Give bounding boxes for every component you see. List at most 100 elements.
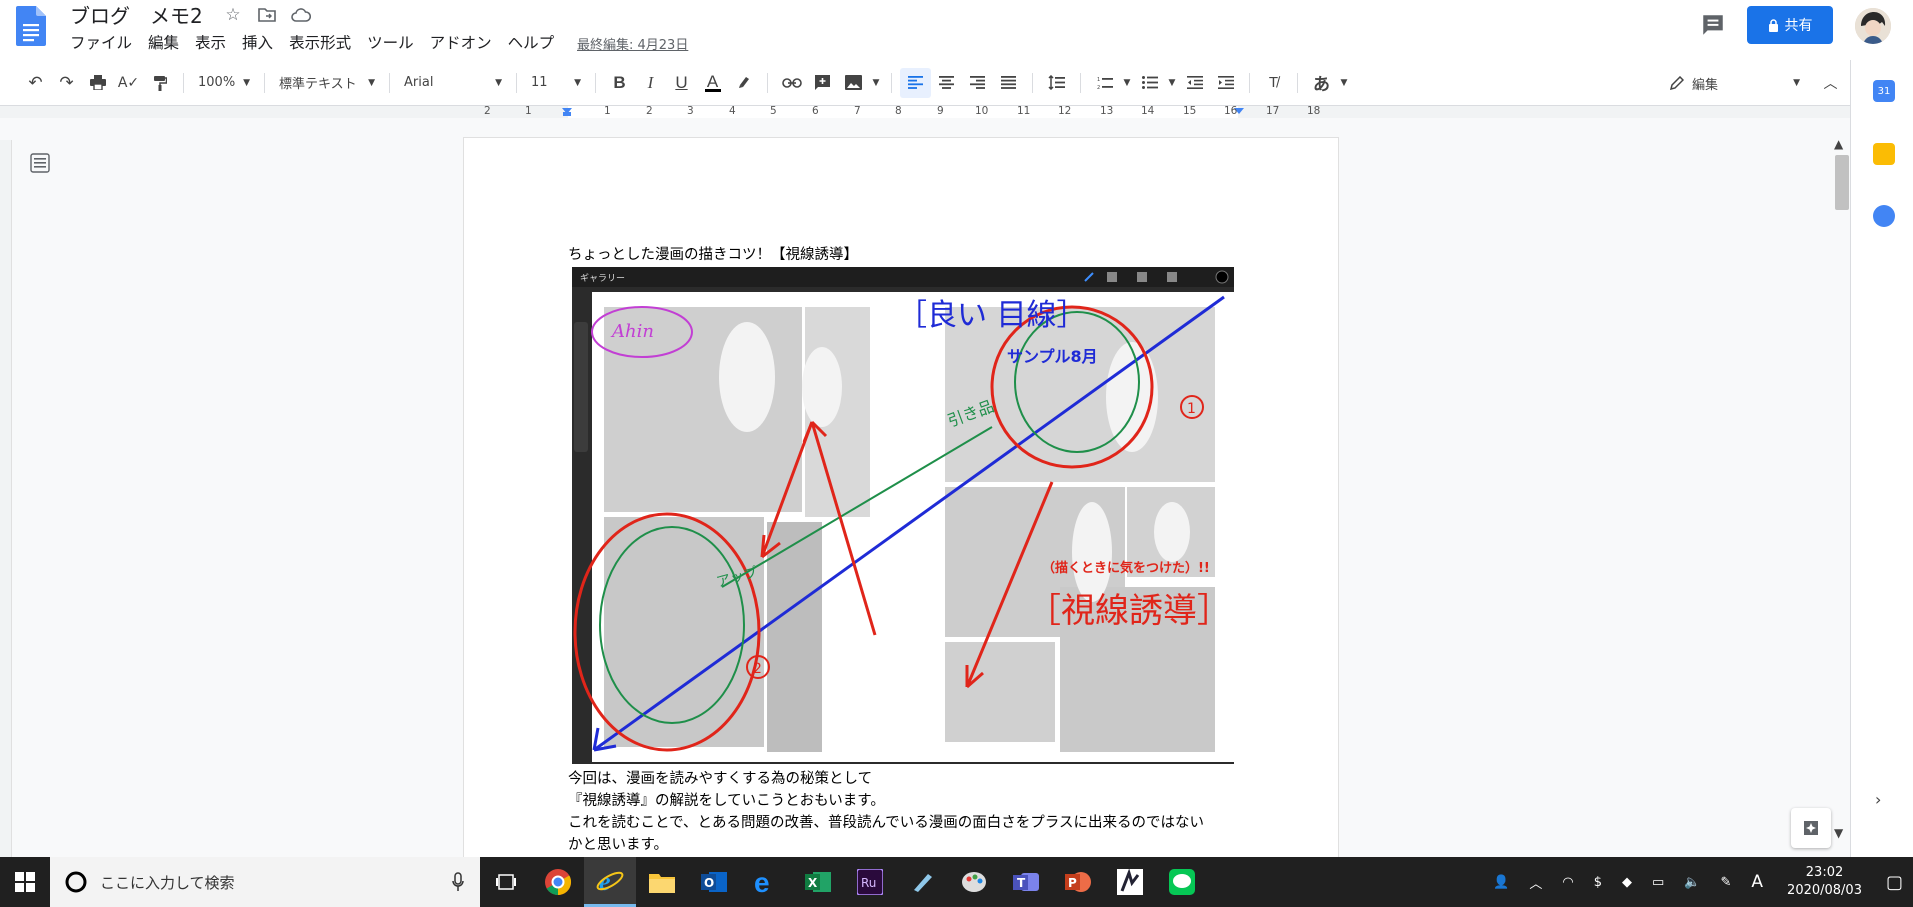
line-spacing-icon[interactable] — [1041, 68, 1072, 98]
paint-format-icon[interactable] — [144, 68, 175, 98]
docs-logo-icon[interactable] — [16, 6, 46, 46]
keep-icon[interactable] — [1873, 143, 1895, 165]
bulleted-list-icon[interactable] — [1134, 68, 1165, 98]
volume-icon[interactable]: 🔈 — [1674, 875, 1710, 890]
image-options-caret-icon[interactable]: ▼ — [869, 68, 883, 98]
paragraph[interactable]: これを読むことで、とある問題の改善、普段読んでいる漫画の面白さをプラスに出来るの… — [568, 812, 1204, 834]
font-size-select[interactable]: 11 ▼ — [525, 68, 587, 98]
svg-text:T: T — [1017, 876, 1026, 890]
collapse-menus-icon[interactable]: ︿ — [1815, 68, 1846, 98]
numbered-list-caret-icon[interactable]: ▼ — [1120, 68, 1134, 98]
text-color-icon[interactable]: A — [697, 68, 728, 98]
chevron-up-icon[interactable]: ︿ — [1519, 873, 1552, 892]
notepad-icon[interactable] — [896, 857, 948, 907]
highlight-color-icon[interactable] — [728, 68, 759, 98]
premiere-rush-icon[interactable]: Ru — [844, 857, 896, 907]
bold-icon[interactable]: B — [604, 68, 635, 98]
justify-icon[interactable] — [993, 68, 1024, 98]
scroll-up-icon[interactable]: ▲ — [1834, 137, 1843, 151]
outlook-icon[interactable]: O — [688, 857, 740, 907]
clip-studio-icon[interactable] — [1104, 857, 1156, 907]
menu-insert[interactable]: 挿入 — [234, 31, 281, 53]
battery-icon[interactable]: ▭ — [1642, 875, 1674, 890]
avatar[interactable] — [1855, 8, 1891, 44]
document-title[interactable]: ブログ メモ2 — [70, 0, 203, 29]
star-icon[interactable]: ☆ — [222, 4, 244, 26]
dollar-app-icon[interactable]: $ — [1584, 875, 1612, 890]
clock[interactable]: 23:02 2020/08/03 — [1773, 864, 1876, 900]
menu-addons[interactable]: アドオン — [422, 31, 500, 53]
align-left-icon[interactable] — [900, 67, 931, 98]
vertical-ruler[interactable] — [0, 140, 12, 860]
document-body[interactable]: 今回は、漫画を読みやすくする為の秘策として 『視線誘導』の解説をしていこうとおも… — [568, 768, 1204, 856]
menu-help[interactable]: ヘルプ — [500, 31, 563, 53]
menu-edit[interactable]: 編集 — [140, 31, 187, 53]
menu-format[interactable]: 表示形式 — [281, 31, 359, 53]
numbered-list-icon[interactable]: 12 — [1089, 68, 1120, 98]
input-tools-button[interactable]: あ — [1306, 68, 1337, 98]
dropbox-icon[interactable]: ◆ — [1612, 875, 1642, 890]
excel-icon[interactable]: X — [792, 857, 844, 907]
comment-history-icon[interactable] — [1700, 12, 1726, 38]
font-select[interactable]: Arial ▼ — [398, 68, 508, 98]
pen-icon[interactable]: ✎ — [1711, 875, 1742, 890]
document-scrollbar[interactable] — [1832, 135, 1850, 835]
paint-icon[interactable] — [948, 857, 1000, 907]
taskbar-search[interactable]: ここに入力して検索 — [50, 857, 480, 907]
ie-icon[interactable]: e — [584, 857, 636, 907]
teams-icon[interactable]: T — [1000, 857, 1052, 907]
expand-panel-icon[interactable]: › — [1875, 790, 1881, 809]
task-view-icon[interactable] — [480, 857, 532, 907]
horizontal-ruler[interactable]: 2 1 1 2 3 4 5 6 7 8 9 10 11 12 13 14 15 … — [464, 105, 1344, 118]
clear-formatting-icon[interactable]: T̸ — [1258, 68, 1289, 98]
tasks-icon[interactable] — [1873, 205, 1895, 227]
paragraph[interactable]: 今回は、漫画を読みやすくする為の秘策として — [568, 768, 1204, 790]
scroll-down-icon[interactable]: ▼ — [1834, 826, 1843, 840]
add-comment-icon[interactable] — [807, 68, 838, 98]
search-placeholder: ここに入力して検索 — [100, 873, 235, 892]
decrease-indent-icon[interactable] — [1179, 68, 1210, 98]
embedded-image[interactable]: Ahin ギャラリー ［良い 目線］ サンプル8月 引き品 アップ （描くときに… — [572, 267, 1234, 764]
underline-icon[interactable]: U — [666, 68, 697, 98]
editing-mode-select[interactable]: 編集 ▼ — [1670, 68, 1800, 98]
calendar-icon[interactable]: 31 — [1873, 80, 1895, 102]
people-icon[interactable]: 👤 — [1483, 875, 1519, 890]
italic-icon[interactable]: I — [635, 68, 666, 98]
network-icon[interactable]: ◠ — [1552, 875, 1583, 890]
scroll-thumb[interactable] — [1835, 155, 1849, 210]
increase-indent-icon[interactable] — [1210, 68, 1241, 98]
spellcheck-icon[interactable]: A✓ — [113, 68, 144, 98]
share-button[interactable]: 共有 — [1747, 6, 1833, 44]
start-button[interactable] — [0, 857, 50, 907]
powerpoint-icon[interactable]: P — [1052, 857, 1104, 907]
menu-tools[interactable]: ツール — [359, 31, 422, 53]
chrome-icon[interactable] — [532, 857, 584, 907]
document-outline-icon[interactable] — [30, 153, 50, 173]
align-right-icon[interactable] — [962, 68, 993, 98]
paragraph[interactable]: 『視線誘導』の解説をしていこうとおもいます。 — [568, 790, 1204, 812]
last-edit-link[interactable]: 最終編集: 4月23日 — [577, 34, 688, 53]
style-select[interactable]: 標準テキスト ▼ — [273, 68, 381, 98]
microphone-icon[interactable] — [452, 872, 464, 892]
input-tools-caret-icon[interactable]: ▼ — [1337, 68, 1351, 98]
align-center-icon[interactable] — [931, 68, 962, 98]
bulleted-list-caret-icon[interactable]: ▼ — [1165, 68, 1179, 98]
edge-icon[interactable]: e — [740, 857, 792, 907]
move-folder-icon[interactable] — [256, 4, 278, 26]
print-icon[interactable] — [82, 68, 113, 98]
zoom-select[interactable]: 100% ▼ — [192, 68, 256, 98]
insert-link-icon[interactable] — [776, 68, 807, 98]
paragraph[interactable]: かと思います。 — [568, 834, 1204, 856]
document-heading[interactable]: ちょっとした漫画の描きコツ！【視線誘導】 — [568, 243, 858, 264]
insert-image-icon[interactable] — [838, 68, 869, 98]
cloud-saved-icon[interactable] — [290, 4, 312, 26]
menu-view[interactable]: 表示 — [187, 31, 234, 53]
line-icon[interactable] — [1156, 857, 1208, 907]
file-explorer-icon[interactable] — [636, 857, 688, 907]
notification-icon[interactable]: ▢ — [1876, 872, 1913, 893]
explore-button[interactable] — [1791, 808, 1831, 848]
menu-file[interactable]: ファイル — [62, 31, 140, 53]
redo-icon[interactable]: ↷ — [51, 68, 82, 98]
ime-indicator[interactable]: A — [1741, 872, 1773, 892]
undo-icon[interactable]: ↶ — [20, 68, 51, 98]
